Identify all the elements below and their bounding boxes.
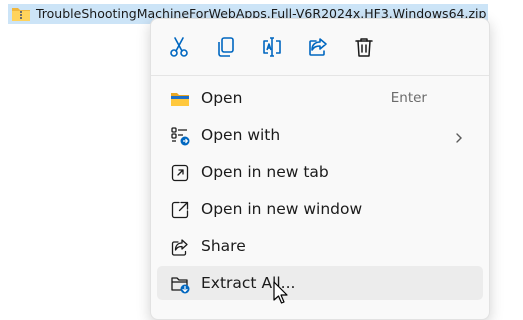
menu-item-open[interactable]: Open Enter: [157, 81, 483, 115]
trash-icon: [352, 35, 376, 59]
folder-icon: [170, 89, 190, 109]
open-with-icon: [170, 126, 190, 146]
copy-icon: [214, 35, 238, 59]
cut-button[interactable]: [167, 35, 191, 59]
extract-icon: [170, 274, 190, 294]
copy-button[interactable]: [214, 35, 238, 59]
context-menu: Open Enter Open with Open in new tab Ope…: [150, 18, 490, 320]
rename-button[interactable]: [260, 35, 284, 59]
menu-item-label: Open: [201, 89, 243, 107]
menu-item-share[interactable]: Share: [157, 229, 483, 263]
zip-folder-icon: [11, 6, 31, 22]
new-window-icon: [170, 200, 190, 220]
menu-item-extract-all[interactable]: Extract All...: [157, 266, 483, 300]
menu-item-open-new-tab[interactable]: Open in new tab: [157, 155, 483, 189]
chevron-right-icon: [453, 129, 465, 143]
new-tab-icon: [170, 163, 190, 183]
menu-item-label: Open with: [201, 126, 281, 144]
delete-button[interactable]: [352, 35, 376, 59]
share-toolbar-button[interactable]: [306, 35, 330, 59]
menu-item-open-new-window[interactable]: Open in new window: [157, 192, 483, 226]
share-icon: [306, 35, 330, 59]
menu-item-open-with[interactable]: Open with: [157, 118, 483, 152]
menu-item-label: Open in new window: [201, 200, 363, 218]
menu-separator: [151, 75, 489, 76]
scissors-icon: [167, 35, 191, 59]
share-icon: [170, 237, 190, 257]
shortcut-label: Enter: [390, 90, 427, 106]
rename-icon: [260, 35, 284, 59]
menu-item-label: Open in new tab: [201, 163, 329, 181]
menu-item-label: Share: [201, 237, 246, 255]
mouse-cursor-icon: [273, 281, 291, 307]
context-menu-toolbar: [151, 19, 489, 75]
